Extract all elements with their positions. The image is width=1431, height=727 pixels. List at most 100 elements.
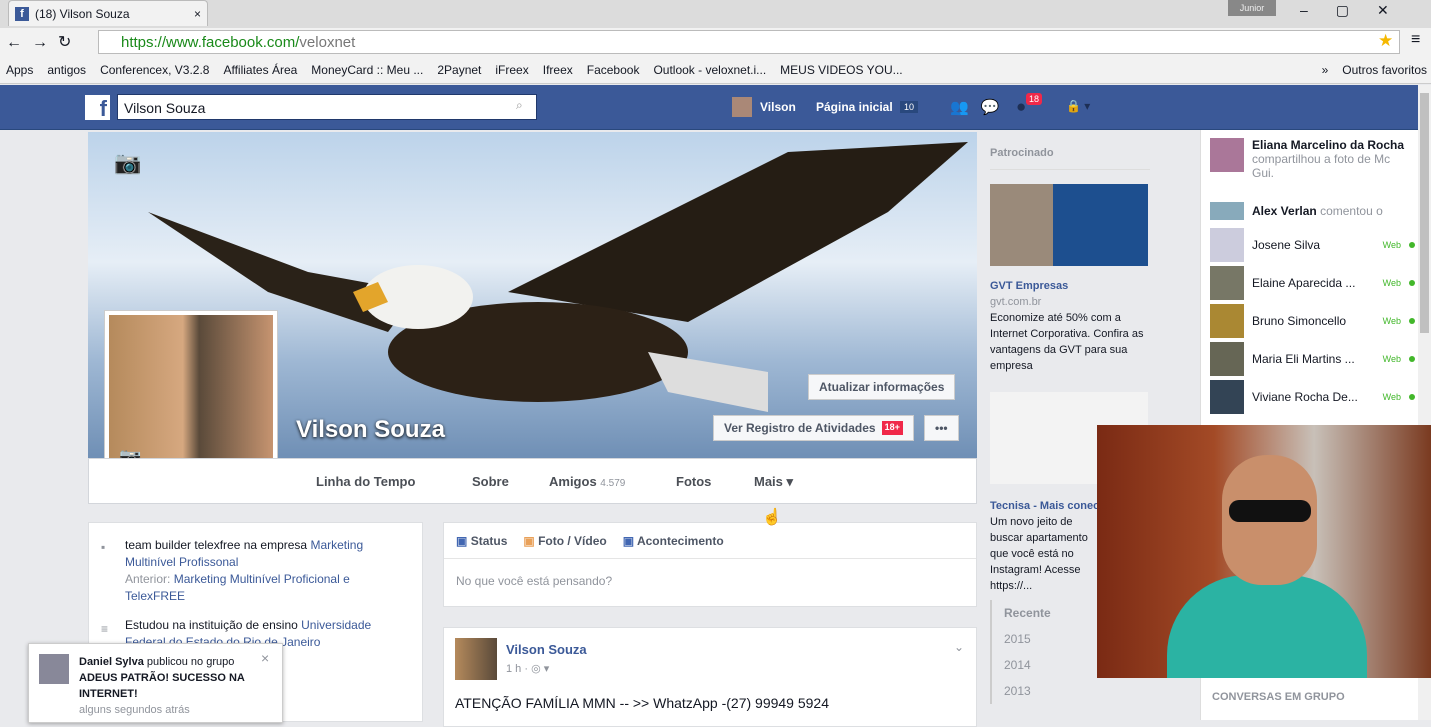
search-icon[interactable]: ⌕	[516, 98, 523, 113]
composer-input[interactable]: No que você está pensando?	[444, 559, 976, 603]
tab-friends[interactable]: Amigos 4.579	[549, 474, 625, 489]
bookmark[interactable]: antigos	[47, 63, 86, 77]
study-text: Estudou na instituição de ensino	[125, 618, 298, 632]
chat-contact[interactable]: Josene Silva Web	[1210, 228, 1415, 262]
chevron-down-icon[interactable]: ⌄	[954, 640, 964, 654]
url-path: veloxnet	[299, 34, 356, 51]
ticker-name: Eliana Marcelino da Rocha	[1252, 138, 1405, 152]
activity-log-button[interactable]: Ver Registro de Atividades 18+	[713, 415, 914, 441]
profile-name: Vilson Souza	[296, 416, 445, 443]
avatar	[39, 654, 69, 684]
post-time[interactable]: 1 h · ◎ ▾	[506, 662, 549, 675]
tab-photos[interactable]: Fotos	[676, 474, 711, 489]
contact-name: Elaine Aparecida ...	[1252, 276, 1356, 290]
post-author[interactable]: Vilson Souza	[506, 642, 587, 657]
notification-time: alguns segundos atrás	[79, 704, 190, 716]
notification-badge: 18	[1026, 93, 1043, 105]
bookmarks-overflow[interactable]: »	[1322, 63, 1329, 77]
ad-text: Economize até 50% com a Internet Corpora…	[990, 312, 1144, 372]
globe-icon[interactable]: ●	[1016, 97, 1026, 117]
year-link[interactable]: 2015	[1004, 626, 1060, 652]
window-controls[interactable]: –▢✕	[1300, 2, 1417, 19]
avatar[interactable]	[732, 97, 752, 117]
avatar	[1210, 228, 1244, 262]
bookmark[interactable]: iFreex	[495, 63, 528, 77]
close-icon[interactable]: ×	[261, 650, 269, 666]
bookmark[interactable]: MoneyCard :: Meu ...	[311, 63, 423, 77]
contact-status: Web	[1382, 240, 1401, 250]
star-icon[interactable]: ★	[1378, 31, 1393, 51]
tab-about[interactable]: Sobre	[472, 474, 509, 489]
bookmark[interactable]: 2Paynet	[437, 63, 481, 77]
ad-title[interactable]: GVT Empresas	[990, 278, 1150, 294]
work-text: team builder telexfree na empresa	[125, 538, 308, 552]
ticker-name: Alex Verlan	[1252, 204, 1317, 218]
more-options-button[interactable]: •••	[924, 415, 959, 441]
settings-icon[interactable]: 🔒 ▾	[1066, 99, 1090, 113]
notification-popup[interactable]: × Daniel Sylva publicou no grupo ADEUS P…	[28, 643, 283, 723]
bookmark[interactable]: Ifreex	[543, 63, 573, 77]
contact-name: Maria Eli Martins ...	[1252, 352, 1355, 366]
bookmark[interactable]: Facebook	[587, 63, 640, 77]
year-link[interactable]: Recente	[1004, 600, 1060, 626]
ticker-action: compartilhou a foto de Mc Gui.	[1252, 152, 1391, 180]
address-bar: ←→↻ https://www.facebook.com/veloxnet ★ …	[0, 28, 1431, 56]
home-count: 10	[900, 101, 919, 113]
chat-contact[interactable]: Bruno Simoncello Web	[1210, 304, 1415, 338]
home-link[interactable]: Página inicial	[816, 100, 893, 114]
event-label: Acontecimento	[636, 533, 724, 548]
status-tab[interactable]: ▣ Status	[456, 534, 507, 548]
chat-contact[interactable]: Viviane Rocha De... Web	[1210, 380, 1415, 414]
facebook-logo-icon[interactable]: f	[85, 95, 110, 121]
ticker-action: comentou o	[1320, 204, 1383, 218]
avatar[interactable]	[455, 638, 497, 680]
browser-tab[interactable]: f (18) Vilson Souza ×	[8, 0, 208, 26]
education-icon: ≡	[101, 622, 109, 636]
tab-timeline[interactable]: Linha do Tempo	[316, 474, 415, 489]
status-label: Status	[470, 533, 508, 548]
bookmark-other[interactable]: Outros favoritos	[1342, 63, 1427, 77]
facebook-favicon-icon: f	[15, 6, 29, 21]
chat-contact[interactable]: Elaine Aparecida ... Web	[1210, 266, 1415, 300]
bookmark[interactable]: Apps	[6, 63, 33, 77]
webcam-overlay	[1097, 425, 1431, 678]
tab-title: (18) Vilson Souza	[35, 6, 130, 21]
notification-text: publicou no grupo	[146, 656, 235, 668]
bookmark[interactable]: Conferencex, V3.2.8	[100, 63, 209, 77]
flag-icon: ▣	[622, 533, 635, 548]
friends-messages-icon[interactable]: 👥💬	[950, 98, 1011, 116]
ad-url[interactable]: gvt.com.br	[990, 294, 1150, 310]
timeline-years: Recente 2015 2014 2013	[990, 600, 1060, 704]
tab-more[interactable]: Mais ▾	[754, 474, 793, 490]
event-tab[interactable]: ▣ Acontecimento	[623, 534, 724, 548]
bookmark[interactable]: Affiliates Área	[223, 63, 297, 77]
profile-link[interactable]: Vilson	[760, 100, 796, 114]
photo-tab[interactable]: ▣ Foto / Vídeo	[523, 534, 606, 548]
online-dot-icon	[1409, 242, 1415, 248]
url-input[interactable]: https://www.facebook.com/veloxnet	[98, 30, 1400, 54]
ticker-item[interactable]: Eliana Marcelino da Rocha compartilhou a…	[1210, 138, 1415, 180]
ad-image[interactable]	[990, 184, 1148, 266]
camera-icon[interactable]: 📷	[114, 150, 141, 176]
avatar	[1210, 304, 1244, 338]
tab-friends-label: Amigos	[549, 474, 597, 489]
year-link[interactable]: 2014	[1004, 652, 1060, 678]
bookmark[interactable]: MEUS VIDEOS YOU...	[780, 63, 902, 77]
menu-icon[interactable]: ≡	[1411, 31, 1420, 49]
close-tab-icon[interactable]: ×	[194, 7, 201, 21]
nav-buttons-icon[interactable]: ←→↻	[6, 32, 81, 52]
pencil-icon: ▣	[456, 533, 468, 548]
work-icon: ▪	[101, 540, 106, 554]
contact-status: Web	[1382, 278, 1401, 288]
ticker-item[interactable]: Alex Verlan comentou o	[1210, 202, 1415, 220]
update-info-button[interactable]: Atualizar informações	[808, 374, 956, 400]
avatar	[1210, 202, 1244, 220]
contact-name: Josene Silva	[1252, 238, 1321, 252]
profile-badge[interactable]: Junior	[1228, 0, 1276, 16]
bookmark[interactable]: Outlook - veloxnet.i...	[653, 63, 766, 77]
year-link[interactable]: 2013	[1004, 678, 1060, 704]
chat-contact[interactable]: Maria Eli Martins ... Web	[1210, 342, 1415, 376]
mouse-cursor-icon: ☝	[762, 509, 782, 526]
search-input[interactable]: Vilson Souza	[117, 94, 537, 120]
browser-tab-bar: f (18) Vilson Souza × Junior –▢✕	[0, 0, 1431, 28]
